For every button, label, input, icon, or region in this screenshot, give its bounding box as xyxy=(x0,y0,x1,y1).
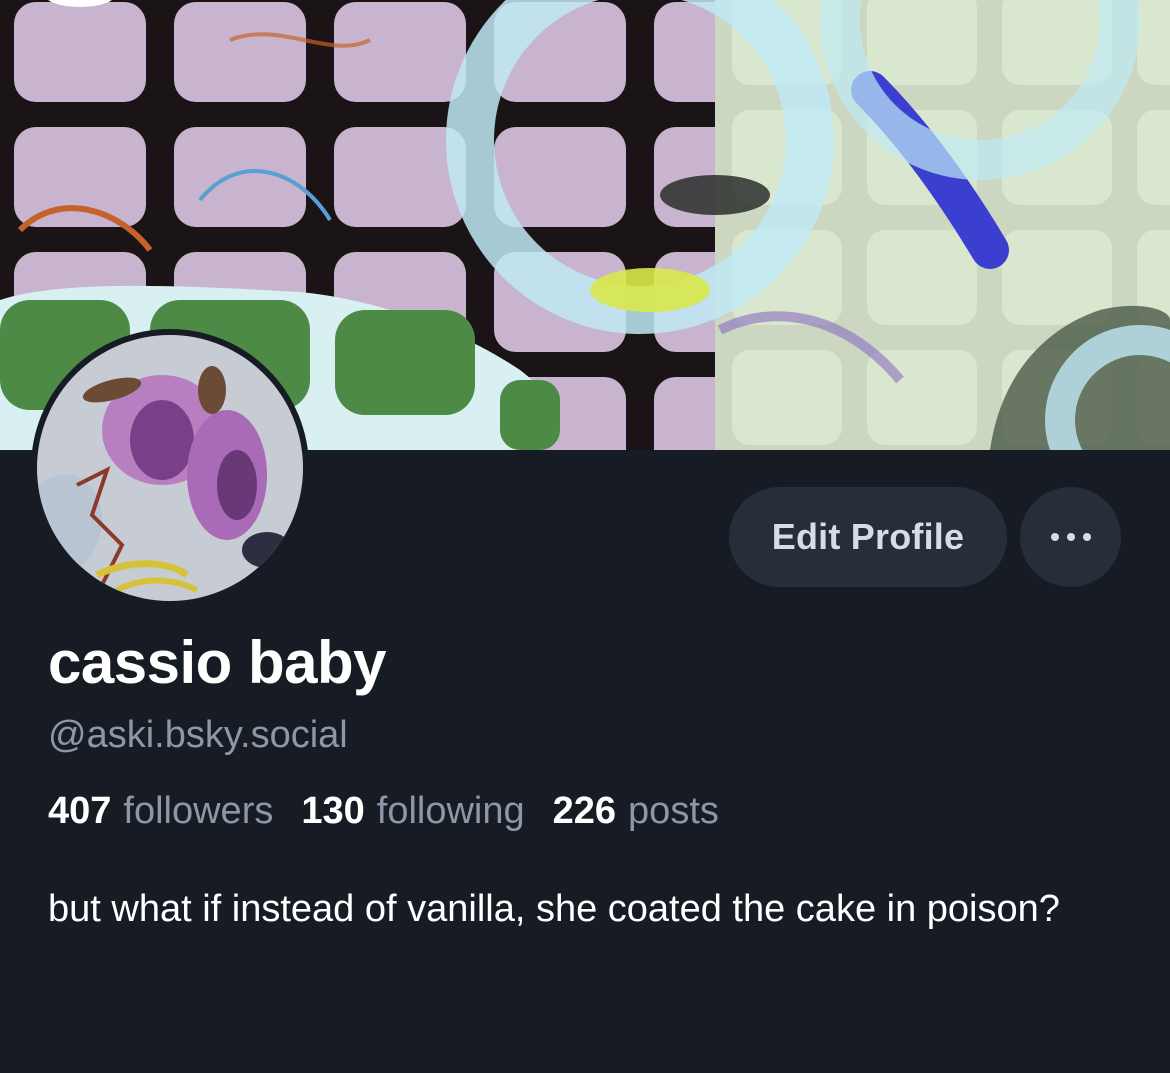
posts-count: 226 xyxy=(552,790,617,832)
followers-label: followers xyxy=(123,790,274,832)
more-options-button[interactable] xyxy=(1020,487,1121,587)
ellipsis-icon xyxy=(1050,533,1091,541)
avatar-image xyxy=(37,335,303,601)
posts-stat: 226 posts xyxy=(553,790,719,833)
profile-handle: @aski.bsky.social xyxy=(48,714,348,756)
profile-bio: but what if instead of vanilla, she coat… xyxy=(48,888,1060,930)
following-label: following xyxy=(376,790,525,832)
profile-stats: 407 followers 130 following 226 posts xyxy=(48,790,719,833)
edit-profile-label: Edit Profile xyxy=(771,516,965,557)
followers-count: 407 xyxy=(48,790,112,832)
avatar[interactable] xyxy=(31,329,309,607)
posts-label: posts xyxy=(628,790,719,832)
followers-stat[interactable]: 407 followers xyxy=(48,790,273,833)
following-count: 130 xyxy=(301,790,365,832)
following-stat[interactable]: 130 following xyxy=(301,790,524,833)
display-name: cassio baby xyxy=(48,629,387,696)
profile-page: Edit Profile cassio baby @aski.bsky.soci… xyxy=(0,0,1170,1073)
edit-profile-button[interactable]: Edit Profile xyxy=(729,487,1007,587)
